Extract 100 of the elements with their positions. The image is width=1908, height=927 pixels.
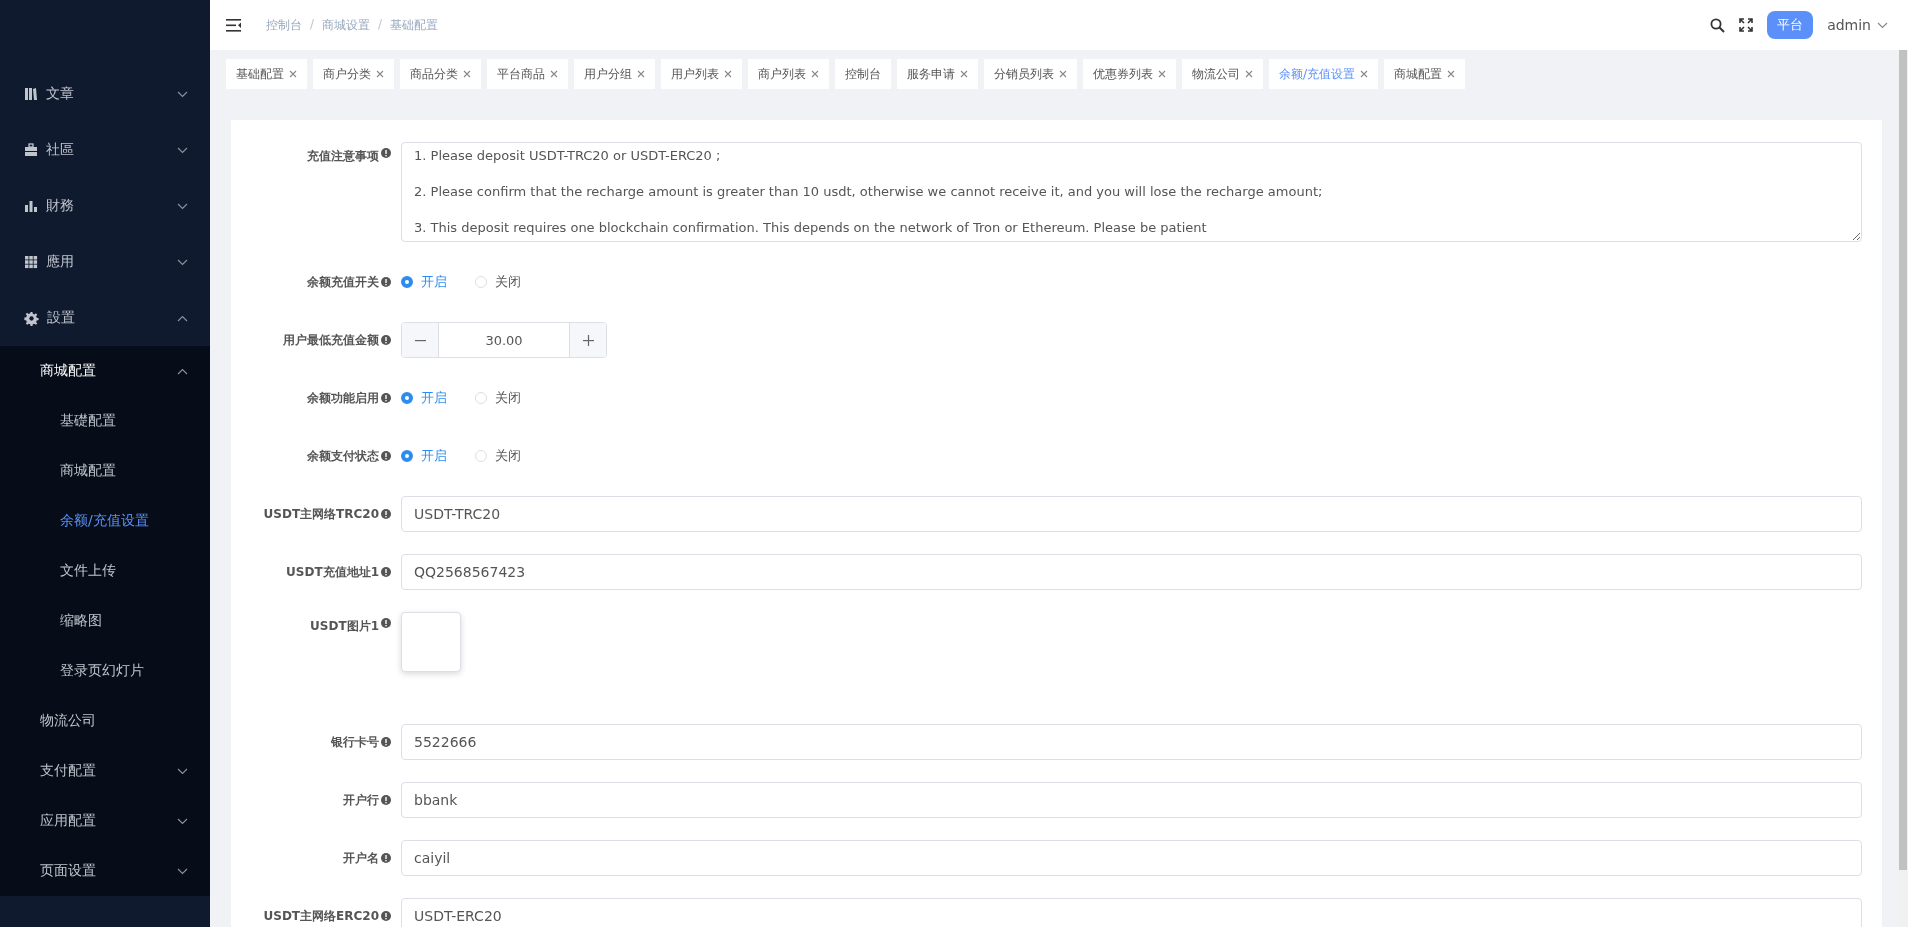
- close-icon[interactable]: [1245, 70, 1253, 78]
- page-tab[interactable]: 优惠券列表: [1083, 59, 1176, 89]
- close-icon[interactable]: [1360, 70, 1369, 78]
- chevron-icon: [177, 90, 188, 98]
- book-icon: [24, 87, 38, 101]
- info-icon: [381, 911, 391, 921]
- role-badge: 平台: [1767, 11, 1814, 39]
- menu-item[interactable]: 基礎配置: [0, 396, 210, 446]
- menu-item[interactable]: 页面设置: [0, 846, 210, 896]
- page-tab[interactable]: 物流公司: [1182, 59, 1263, 89]
- page-tab[interactable]: 用户分组: [574, 59, 655, 89]
- info-icon: [381, 853, 391, 863]
- field-label: 余额功能启用: [307, 389, 379, 407]
- scrollbar[interactable]: [1898, 50, 1908, 927]
- menu-item[interactable]: 財務: [0, 178, 210, 234]
- radio-option[interactable]: 关闭: [475, 273, 521, 291]
- info-icon: [381, 451, 391, 461]
- field-label: 余额充值开关: [307, 273, 379, 291]
- close-icon[interactable]: [376, 70, 384, 78]
- page-tab[interactable]: 服务申请: [897, 59, 978, 89]
- page-tab[interactable]: 商品分类: [400, 59, 481, 89]
- close-icon[interactable]: [724, 70, 732, 78]
- field-label: USDT图片1: [310, 618, 379, 635]
- close-icon[interactable]: [1447, 70, 1456, 78]
- page-tab[interactable]: 分销员列表: [984, 59, 1077, 89]
- number-stepper[interactable]: 30.00: [401, 322, 607, 358]
- input-field[interactable]: bbank: [401, 782, 1862, 818]
- page-tab[interactable]: 基础配置: [226, 59, 307, 89]
- field-label: USDT主网络ERC20: [263, 907, 379, 925]
- info-icon: [381, 509, 391, 519]
- field-label: 余额支付状态: [307, 447, 379, 465]
- page-tab[interactable]: 商城配置: [1384, 59, 1466, 89]
- info-icon: [381, 335, 391, 345]
- chevron-icon: [177, 258, 188, 266]
- chevron-icon: [177, 146, 188, 154]
- field-label: 开户名: [343, 849, 379, 867]
- radio-option[interactable]: 关闭: [475, 389, 521, 407]
- chevron-icon: [177, 202, 188, 210]
- radio-option[interactable]: 开启: [401, 447, 447, 465]
- close-icon[interactable]: [637, 70, 645, 78]
- input-field[interactable]: USDT-TRC20: [401, 496, 1862, 532]
- close-icon[interactable]: [550, 70, 558, 78]
- menu-item[interactable]: 商城配置: [0, 346, 210, 396]
- field-label: 开户行: [343, 791, 379, 809]
- input-field[interactable]: 5522666: [401, 724, 1862, 760]
- close-icon[interactable]: [463, 70, 471, 78]
- input-field[interactable]: QQ2568567423: [401, 554, 1862, 590]
- page-tab[interactable]: 用户列表: [661, 59, 742, 89]
- close-icon[interactable]: [1158, 70, 1166, 78]
- info-icon: [381, 277, 391, 287]
- chevron-icon: [177, 767, 188, 775]
- info-icon: [381, 567, 391, 577]
- field-label: 充值注意事项: [307, 148, 379, 165]
- plus-icon[interactable]: [582, 334, 594, 346]
- input-field[interactable]: USDT-ERC20: [401, 898, 1862, 927]
- field-label: 用户最低充值金额: [283, 331, 379, 349]
- menu-item[interactable]: 社區: [0, 122, 210, 178]
- info-icon: [381, 148, 391, 158]
- page-tab[interactable]: 商户列表: [748, 59, 829, 89]
- chevron-icon: [1877, 21, 1888, 29]
- info-icon: [381, 618, 391, 628]
- menu-item[interactable]: 应用配置: [0, 796, 210, 846]
- briefcase-icon: [24, 143, 38, 157]
- close-icon[interactable]: [811, 70, 819, 78]
- breadcrumb-separator: /: [378, 16, 383, 33]
- radio-option[interactable]: 关闭: [475, 447, 521, 465]
- menu-item[interactable]: 登录页幻灯片: [0, 646, 210, 696]
- search-icon[interactable]: [1710, 17, 1726, 33]
- chevron-icon: [177, 817, 188, 825]
- menu-fold-icon[interactable]: [226, 18, 242, 32]
- menu-item[interactable]: 文件上传: [0, 546, 210, 596]
- chevron-icon: [177, 867, 188, 875]
- fullscreen-icon[interactable]: [1739, 18, 1754, 32]
- menu-item[interactable]: 文章: [0, 66, 210, 122]
- menu-item[interactable]: 物流公司: [0, 696, 210, 746]
- field-label: USDT主网络TRC20: [263, 505, 379, 523]
- input-field[interactable]: caiyil: [401, 840, 1862, 876]
- field-label: 银行卡号: [331, 733, 379, 751]
- radio-option[interactable]: 开启: [401, 389, 447, 407]
- notes-textarea[interactable]: 1. Please deposit USDT-TRC20 or USDT-ERC20 ; 2. Please confirm that the recharge amount is greater than 10 usdt, otherwise we cannot receive it, and you will lose the recharge amount; 3. This deposit requires one blockchain confirmation. This depends on the network of Tron or Ethereum. Please be patient: [401, 142, 1862, 242]
- field-label: USDT充值地址1: [286, 563, 379, 581]
- page-tab[interactable]: 控制台: [835, 59, 891, 89]
- menu-item[interactable]: 缩略图: [0, 596, 210, 646]
- grid-icon: [24, 255, 38, 269]
- chevron-icon: [177, 367, 188, 375]
- radio-option[interactable]: 开启: [401, 273, 447, 291]
- close-icon[interactable]: [1059, 70, 1067, 78]
- info-icon: [381, 795, 391, 805]
- menu-item[interactable]: 支付配置: [0, 746, 210, 796]
- close-icon[interactable]: [289, 70, 297, 78]
- menu-item[interactable]: 設置: [0, 290, 210, 346]
- page-tab[interactable]: 商户分类: [313, 59, 394, 89]
- menu-item[interactable]: 商城配置: [0, 446, 210, 496]
- user-menu[interactable]: admin: [1827, 17, 1888, 33]
- menu-item[interactable]: 應用: [0, 234, 210, 290]
- close-icon[interactable]: [960, 70, 968, 78]
- menu-item[interactable]: 余额/充值设置: [0, 496, 210, 546]
- breadcrumb-separator: /: [310, 16, 315, 33]
- info-icon: [381, 737, 391, 747]
- page-tab[interactable]: 平台商品: [487, 59, 568, 89]
